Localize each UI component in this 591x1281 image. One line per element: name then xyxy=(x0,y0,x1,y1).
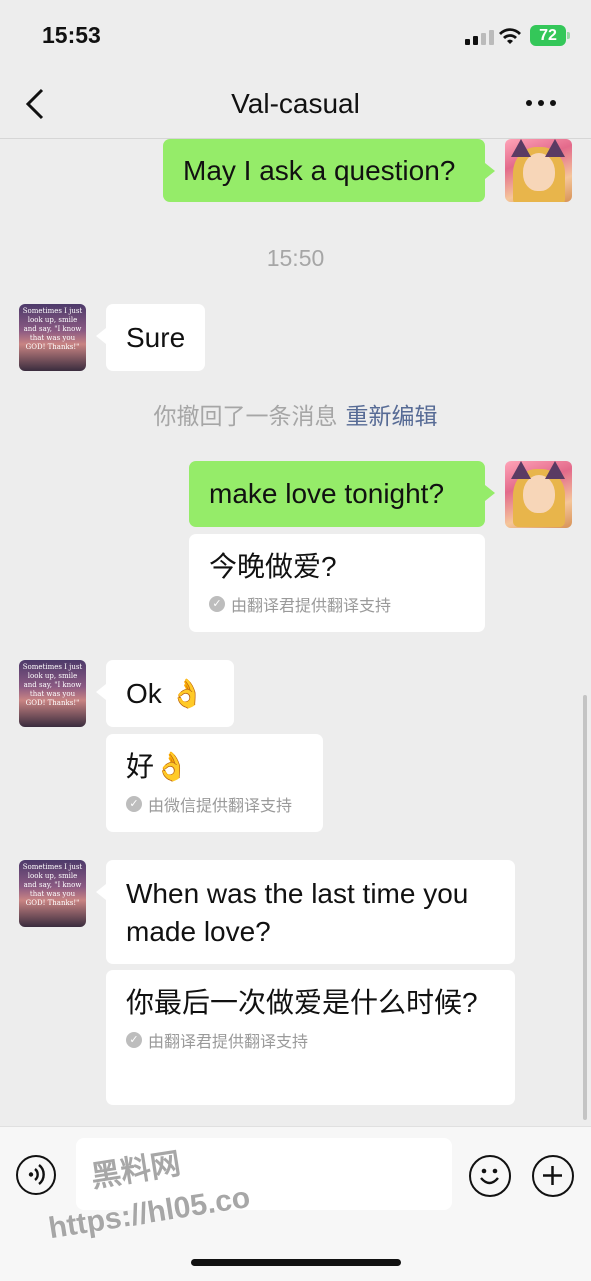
emoji-icon[interactable] xyxy=(469,1155,511,1197)
translation-text: 好👌 xyxy=(126,751,189,782)
cellular-signal-icon xyxy=(465,30,494,45)
message-received[interactable]: When was the last time you made love? xyxy=(96,860,515,964)
status-bar: 15:53 72 xyxy=(0,0,591,70)
message-sent[interactable]: make love tonight? xyxy=(189,461,495,527)
contact-avatar[interactable]: Sometimes I just look up, smile and say,… xyxy=(19,860,86,927)
add-more-icon[interactable] xyxy=(532,1155,574,1197)
message-sent[interactable]: May I ask a question? xyxy=(163,139,495,202)
translation-source: ✓ 由翻译君提供翻译支持 xyxy=(126,1028,495,1052)
translation-card[interactable]: 好👌 ✓ 由微信提供翻译支持 xyxy=(106,734,323,832)
battery-icon: 72 xyxy=(530,25,570,46)
more-options-icon[interactable] xyxy=(526,100,556,106)
chat-timestamp: 15:50 xyxy=(266,245,325,271)
my-avatar[interactable] xyxy=(505,461,572,528)
translation-text: 今晚做爱? xyxy=(209,551,337,582)
contact-avatar[interactable]: Sometimes I just look up, smile and say,… xyxy=(19,660,86,727)
reedit-link[interactable]: 重新编辑 xyxy=(346,403,438,429)
message-received[interactable]: Sure xyxy=(96,304,205,371)
message-received[interactable]: Ok 👌 xyxy=(96,660,234,727)
translation-source: ✓ 由微信提供翻译支持 xyxy=(126,792,303,816)
recall-notice: 你撤回了一条消息 重新编辑 xyxy=(0,397,591,431)
translation-card[interactable]: 你最后一次做爱是什么时候? ✓ 由翻译君提供翻译支持 xyxy=(106,970,515,1105)
chat-title: Val-casual xyxy=(231,88,360,119)
wifi-icon xyxy=(499,28,521,44)
translation-card[interactable]: 今晚做爱? ✓ 由翻译君提供翻译支持 xyxy=(189,534,485,632)
scrollbar[interactable] xyxy=(583,695,587,1120)
check-icon: ✓ xyxy=(209,596,225,612)
contact-avatar[interactable]: Sometimes I just look up, smile and say,… xyxy=(19,304,86,371)
recall-text: 你撤回了一条消息 xyxy=(153,403,338,429)
translation-text: 你最后一次做爱是什么时候? xyxy=(126,987,478,1018)
status-time: 15:53 xyxy=(42,22,101,48)
check-icon: ✓ xyxy=(126,1032,142,1048)
check-icon: ✓ xyxy=(126,796,142,812)
my-avatar[interactable] xyxy=(505,139,572,202)
chat-header: Val-casual xyxy=(0,70,591,139)
translation-source: ✓ 由翻译君提供翻译支持 xyxy=(209,592,465,616)
home-indicator xyxy=(191,1259,401,1266)
